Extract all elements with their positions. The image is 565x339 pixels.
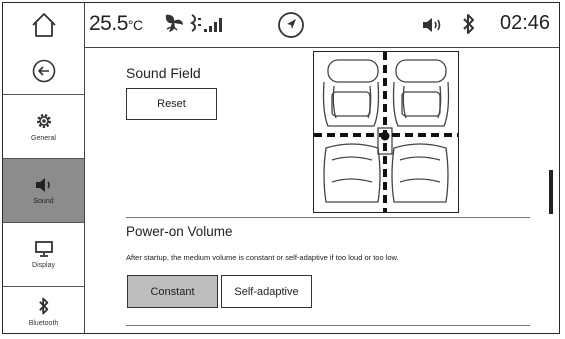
sidebar-item-sound[interactable]: Sound <box>3 159 84 223</box>
constant-button[interactable]: Constant <box>127 275 218 308</box>
monitor-icon <box>34 241 53 257</box>
status-bar: 25.5°C 02:46 <box>3 3 559 48</box>
section-divider <box>126 325 530 326</box>
bluetooth-icon <box>463 14 474 34</box>
reset-button[interactable]: Reset <box>126 88 217 120</box>
fan-icon <box>165 14 183 32</box>
back-arrow-icon <box>32 59 55 82</box>
signal-icon <box>204 18 222 32</box>
sound-field-title: Sound Field <box>126 65 201 81</box>
navigation-icon[interactable] <box>277 11 305 39</box>
volume-icon <box>423 18 441 32</box>
home-icon <box>31 13 56 37</box>
sidebar-item-label: General <box>31 135 56 142</box>
sidebar-item-label: Bluetooth <box>28 319 59 327</box>
sidebar-item-bluetooth[interactable]: Bluetooth <box>3 287 84 333</box>
bluetooth-icon <box>38 297 48 314</box>
sidebar-item-label: Display <box>32 262 55 269</box>
self-adaptive-button[interactable]: Self-adaptive <box>221 275 312 308</box>
scrollbar[interactable] <box>549 170 553 214</box>
back-button[interactable] <box>3 47 84 95</box>
power-on-volume-title: Power-on Volume <box>126 224 233 239</box>
speaker-icon <box>35 178 50 192</box>
car-seats-diagram <box>314 52 458 212</box>
clock: 02:46 <box>500 12 551 34</box>
temperature-readout: 25.5°C <box>89 12 143 36</box>
airflow-icon <box>189 14 201 32</box>
sound-field-diagram[interactable] <box>313 51 459 213</box>
home-button[interactable] <box>3 3 85 47</box>
power-on-volume-description: After startup, the medium volume is cons… <box>126 253 399 262</box>
sidebar-item-display[interactable]: Display <box>3 223 84 287</box>
sidebar: General Sound Display Bluetooth <box>3 47 85 333</box>
screen-frame: 25.5°C 02:46 General Sound Display Bluet… <box>2 2 560 334</box>
sound-settings-panel: Sound Field Reset Power-on Volume After … <box>86 48 559 333</box>
temperature-unit: °C <box>127 17 143 33</box>
temperature-value: 25.5 <box>89 12 128 35</box>
section-divider <box>126 217 530 218</box>
gear-icon <box>36 114 51 128</box>
sidebar-item-label: Sound <box>33 198 54 205</box>
sidebar-item-general[interactable]: General <box>3 95 84 159</box>
